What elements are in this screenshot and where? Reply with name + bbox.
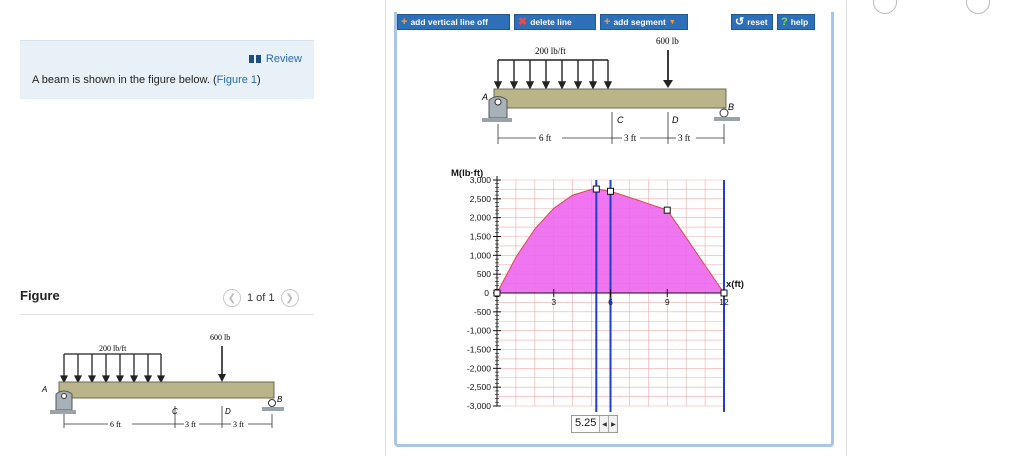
distributed-load-arrows bbox=[59, 353, 166, 384]
curve-handle[interactable] bbox=[493, 289, 501, 297]
moment-diagram-chart[interactable]: 3,0002,5002,0001,5001,0005000-500-1,000-… bbox=[440, 160, 770, 415]
curve-handle[interactable] bbox=[592, 185, 600, 193]
toolbar-right: ↺ reset ? help bbox=[731, 14, 815, 30]
y-tick-label: -2,500 bbox=[467, 382, 491, 392]
curve-handle[interactable] bbox=[720, 289, 728, 297]
x-icon: ✖ bbox=[518, 15, 528, 28]
dist-load-label: 200 lb/ft bbox=[535, 46, 566, 56]
dim-3ft-a: 3 ft bbox=[185, 420, 197, 429]
x-tick-label: 3 bbox=[551, 297, 556, 307]
panel-divider bbox=[385, 0, 386, 456]
support-a-label: A bbox=[481, 92, 488, 102]
x-value[interactable]: 5.25 bbox=[572, 416, 599, 432]
help-icon: ? bbox=[781, 15, 788, 28]
roller-support-b bbox=[714, 108, 740, 121]
add-segment-button[interactable]: + add segment ▼ bbox=[600, 14, 688, 30]
x-axis-label: x(ft) bbox=[726, 279, 744, 290]
chevron-right-icon[interactable]: ❯ bbox=[280, 289, 299, 307]
review-link[interactable]: Review bbox=[248, 53, 302, 65]
pin-support-a bbox=[50, 390, 76, 414]
x-tick-label: 9 bbox=[665, 297, 670, 307]
book-icon bbox=[248, 55, 261, 63]
beam-figure-small: 200 lb/ft 600 lb A B C D 6 ft 3 ft 3 ft bbox=[41, 333, 284, 429]
reset-button[interactable]: ↺ reset bbox=[731, 14, 773, 30]
support-a-label: A bbox=[41, 385, 47, 394]
point-d-label: D bbox=[672, 115, 679, 125]
curve-handle[interactable] bbox=[663, 206, 671, 214]
plus-icon: + bbox=[401, 15, 408, 28]
y-tick-label: 2,000 bbox=[470, 213, 492, 223]
y-tick-label: 0 bbox=[484, 288, 489, 298]
divider bbox=[20, 314, 314, 315]
figure-link[interactable]: Figure 1 bbox=[217, 74, 257, 86]
y-tick-label: -1,000 bbox=[467, 326, 491, 336]
x-value-stepper[interactable]: 5.25 ◀ ▶ bbox=[571, 415, 619, 433]
delete-line-button[interactable]: ✖ delete line bbox=[514, 14, 596, 30]
y-tick-label: -2,000 bbox=[467, 363, 491, 373]
circle-button[interactable] bbox=[873, 0, 897, 14]
add-vertical-line-button[interactable]: + add vertical line off bbox=[397, 14, 510, 30]
distributed-load-arrows bbox=[493, 59, 613, 90]
dim-6ft: 6 ft bbox=[110, 420, 122, 429]
y-tick-label: 1,000 bbox=[470, 250, 492, 260]
pager-text: 1 of 1 bbox=[247, 292, 275, 304]
point-load-label: 600 lb bbox=[656, 36, 679, 46]
reset-icon: ↺ bbox=[735, 15, 745, 28]
review-panel: Review A beam is shown in the figure bel… bbox=[20, 40, 314, 99]
point-c-label: C bbox=[617, 115, 624, 125]
y-tick-label: 2,500 bbox=[470, 194, 492, 204]
arrow-right-icon[interactable]: ▶ bbox=[608, 416, 618, 432]
support-b-label: B bbox=[728, 102, 734, 112]
dist-load-label: 200 lb/ft bbox=[99, 344, 127, 353]
graph-toolbar: + add vertical line off ✖ delete line + … bbox=[397, 14, 688, 30]
help-button[interactable]: ? help bbox=[777, 14, 815, 30]
panel-divider-right bbox=[846, 0, 847, 456]
beam bbox=[58, 381, 275, 399]
dim-3ft-a: 3 ft bbox=[624, 133, 637, 143]
curve-handle[interactable] bbox=[607, 187, 614, 195]
dim-3ft-b: 3 ft bbox=[678, 133, 691, 143]
beam-figure-tool: 200 lb/ft 600 lb A B C D 6 ft 3 ft 3 ft bbox=[481, 36, 740, 144]
dim-6ft: 6 ft bbox=[539, 133, 552, 143]
y-tick-label: -1,500 bbox=[467, 345, 491, 355]
y-tick-label: -500 bbox=[474, 307, 491, 317]
point-load-arrow bbox=[663, 50, 673, 88]
plus-icon: + bbox=[604, 15, 611, 28]
figure-heading: Figure bbox=[20, 288, 60, 303]
point-c-label: C bbox=[172, 407, 178, 416]
support-b-label: B bbox=[277, 395, 283, 404]
beam bbox=[493, 88, 727, 109]
y-tick-label: -3,000 bbox=[467, 401, 491, 411]
dropdown-caret-icon: ▼ bbox=[668, 18, 676, 26]
figure-pager: ❮ 1 of 1 ❯ bbox=[223, 289, 299, 307]
y-axis-label: M(lb·ft) bbox=[451, 168, 483, 179]
dim-3ft-b: 3 ft bbox=[233, 420, 245, 429]
problem-intro: A beam is shown in the figure below. (Fi… bbox=[32, 74, 261, 86]
arrow-left-icon[interactable]: ◀ bbox=[599, 416, 609, 432]
x-tick-label: 12 bbox=[719, 297, 729, 307]
circle-button[interactable] bbox=[966, 0, 990, 14]
point-d-label: D bbox=[225, 407, 231, 416]
point-load-label: 600 lb bbox=[210, 333, 230, 342]
review-label: Review bbox=[265, 53, 302, 65]
y-tick-label: 1,500 bbox=[470, 232, 492, 242]
chevron-left-icon[interactable]: ❮ bbox=[223, 289, 241, 307]
x-tick-label: 6 bbox=[608, 297, 613, 307]
y-tick-label: 500 bbox=[477, 269, 491, 279]
point-load-arrow bbox=[218, 346, 226, 382]
